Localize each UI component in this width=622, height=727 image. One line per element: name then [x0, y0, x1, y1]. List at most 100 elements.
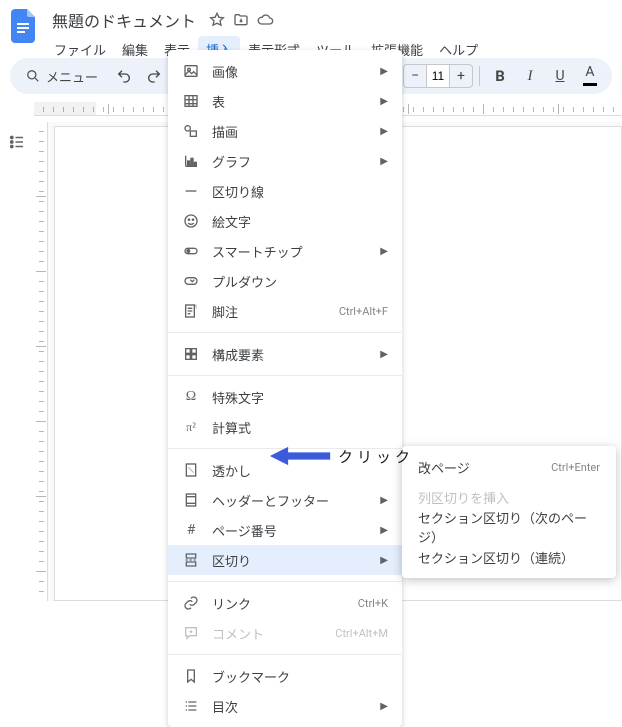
- submenu-item[interactable]: セクション区切り（次のページ）: [402, 512, 616, 542]
- pi-icon: π²: [182, 418, 200, 436]
- menu-item-image[interactable]: 画像▶: [168, 56, 402, 86]
- bold-button[interactable]: B: [486, 62, 514, 90]
- menu-item-smartchip[interactable]: スマートチップ ▶: [168, 236, 402, 266]
- menu-item-label: ヘッダーとフッター: [212, 491, 368, 510]
- submenu-label: セクション区切り（連続）: [418, 548, 574, 567]
- chart-icon: [182, 152, 200, 170]
- menu-item-omega[interactable]: Ω 特殊文字: [168, 382, 402, 412]
- move-folder-icon[interactable]: [232, 11, 250, 29]
- font-size-increase[interactable]: +: [450, 68, 472, 84]
- menubar-item-0[interactable]: ファイル: [46, 36, 114, 63]
- document-title[interactable]: 無題のドキュメント: [46, 6, 202, 34]
- menu-item-toc[interactable]: 目次 ▶: [168, 691, 402, 721]
- submenu-item[interactable]: 改ページCtrl+Enter: [402, 452, 616, 482]
- menu-item-label: プルダウン: [212, 272, 388, 291]
- submenu-label: セクション区切り（次のページ）: [418, 508, 600, 546]
- blocks-icon: [182, 345, 200, 363]
- chevron-right-icon: ▶: [380, 701, 388, 712]
- menu-item-label: 特殊文字: [212, 388, 388, 407]
- outline-toggle-button[interactable]: [3, 128, 31, 156]
- divider: [479, 66, 480, 86]
- menu-separator: [168, 375, 402, 376]
- submenu-label: 列区切りを挿入: [418, 488, 509, 507]
- text-color-button[interactable]: A: [576, 62, 604, 90]
- menu-item-drawing[interactable]: 描画▶: [168, 116, 402, 146]
- image-icon: [182, 62, 200, 80]
- watermark-icon: [182, 461, 200, 479]
- chevron-right-icon: ▶: [380, 555, 388, 566]
- font-size-decrease[interactable]: −: [404, 68, 426, 84]
- menu-separator: [168, 581, 402, 582]
- cloud-status-icon[interactable]: [256, 11, 274, 29]
- menu-item-label: 目次: [212, 697, 368, 716]
- search-menu-label: メニュー: [46, 67, 98, 86]
- menu-item-label: グラフ: [212, 152, 368, 171]
- font-size-box: − +: [403, 64, 473, 88]
- menu-item-hr[interactable]: 区切り線: [168, 176, 402, 206]
- italic-button[interactable]: I: [516, 62, 544, 90]
- menu-item-emoji[interactable]: 絵文字: [168, 206, 402, 236]
- search-menu-button[interactable]: メニュー: [18, 62, 108, 90]
- menu-separator: [168, 448, 402, 449]
- menu-item-chart[interactable]: グラフ ▶: [168, 146, 402, 176]
- font-size-input[interactable]: [426, 65, 450, 87]
- menu-item-shortcut: Ctrl+Alt+F: [339, 305, 388, 318]
- menu-item-shortcut: Ctrl+K: [358, 597, 388, 610]
- menu-item-label: 計算式: [212, 418, 388, 437]
- omega-icon: Ω: [182, 388, 200, 406]
- menu-item-pulldown[interactable]: プルダウン: [168, 266, 402, 296]
- hr-icon: [182, 182, 200, 200]
- menu-item-watermark[interactable]: 透かし: [168, 455, 402, 485]
- menu-item-label: 区切り: [212, 551, 368, 570]
- link-icon: [182, 594, 200, 612]
- menu-item-footnote[interactable]: 1 脚注 Ctrl+Alt+F: [168, 296, 402, 326]
- docs-logo-icon[interactable]: [10, 8, 38, 44]
- menu-item-label: 脚注: [212, 302, 327, 321]
- vertical-ruler[interactable]: [34, 122, 48, 601]
- chevron-right-icon: ▶: [380, 495, 388, 506]
- submenu-item[interactable]: セクション区切り（連続）: [402, 542, 616, 572]
- toc-icon: [182, 697, 200, 715]
- bookmark-icon: [182, 667, 200, 685]
- menu-item-label: リンク: [212, 594, 346, 613]
- headerfooter-icon: [182, 491, 200, 509]
- menu-item-link[interactable]: リンク Ctrl+K: [168, 588, 402, 618]
- pulldown-icon: [182, 272, 200, 290]
- menu-item-label: スマートチップ: [212, 242, 368, 261]
- menu-item-table[interactable]: 表▶: [168, 86, 402, 116]
- menubar-item-7[interactable]: ヘルプ: [431, 36, 486, 63]
- insert-menu: 画像▶表▶描画▶グラフ▶区切り線絵文字スマートチップ▶プルダウン1脚注Ctrl+…: [168, 50, 402, 727]
- smartchip-icon: [182, 242, 200, 260]
- comment-icon: [182, 624, 200, 642]
- menubar-item-1[interactable]: 編集: [114, 36, 156, 63]
- star-icon[interactable]: [208, 11, 226, 29]
- menu-item-blocks[interactable]: 構成要素 ▶: [168, 339, 402, 369]
- chevron-right-icon: ▶: [380, 156, 388, 167]
- menu-item-label: 表: [212, 92, 368, 111]
- menu-item-hash[interactable]: #ページ番号▶: [168, 515, 402, 545]
- menu-item-pi[interactable]: π² 計算式: [168, 412, 402, 442]
- chevron-right-icon: ▶: [380, 525, 388, 536]
- menu-item-label: ブックマーク: [212, 667, 388, 686]
- chevron-right-icon: ▶: [380, 126, 388, 137]
- menu-item-label: 画像: [212, 62, 368, 81]
- menu-item-pagebreak[interactable]: 区切り ▶: [168, 545, 402, 575]
- redo-button[interactable]: [140, 62, 168, 90]
- chevron-right-icon: ▶: [380, 96, 388, 107]
- chevron-right-icon: ▶: [380, 246, 388, 257]
- svg-text:1: 1: [194, 304, 197, 310]
- underline-button[interactable]: U: [546, 62, 574, 90]
- menu-item-label: 絵文字: [212, 212, 388, 231]
- footnote-icon: 1: [182, 302, 200, 320]
- menu-separator: [168, 654, 402, 655]
- menu-item-label: 構成要素: [212, 345, 368, 364]
- drawing-icon: [182, 122, 200, 140]
- menu-item-bookmark[interactable]: ブックマーク: [168, 661, 402, 691]
- chevron-right-icon: ▶: [380, 349, 388, 360]
- menu-item-label: コメント: [212, 624, 323, 643]
- pagebreak-icon: [182, 551, 200, 569]
- menu-item-label: 区切り線: [212, 182, 388, 201]
- menu-item-headerfooter[interactable]: ヘッダーとフッター ▶: [168, 485, 402, 515]
- undo-button[interactable]: [110, 62, 138, 90]
- break-submenu: 改ページCtrl+Enter列区切りを挿入セクション区切り（次のページ）セクショ…: [402, 446, 616, 578]
